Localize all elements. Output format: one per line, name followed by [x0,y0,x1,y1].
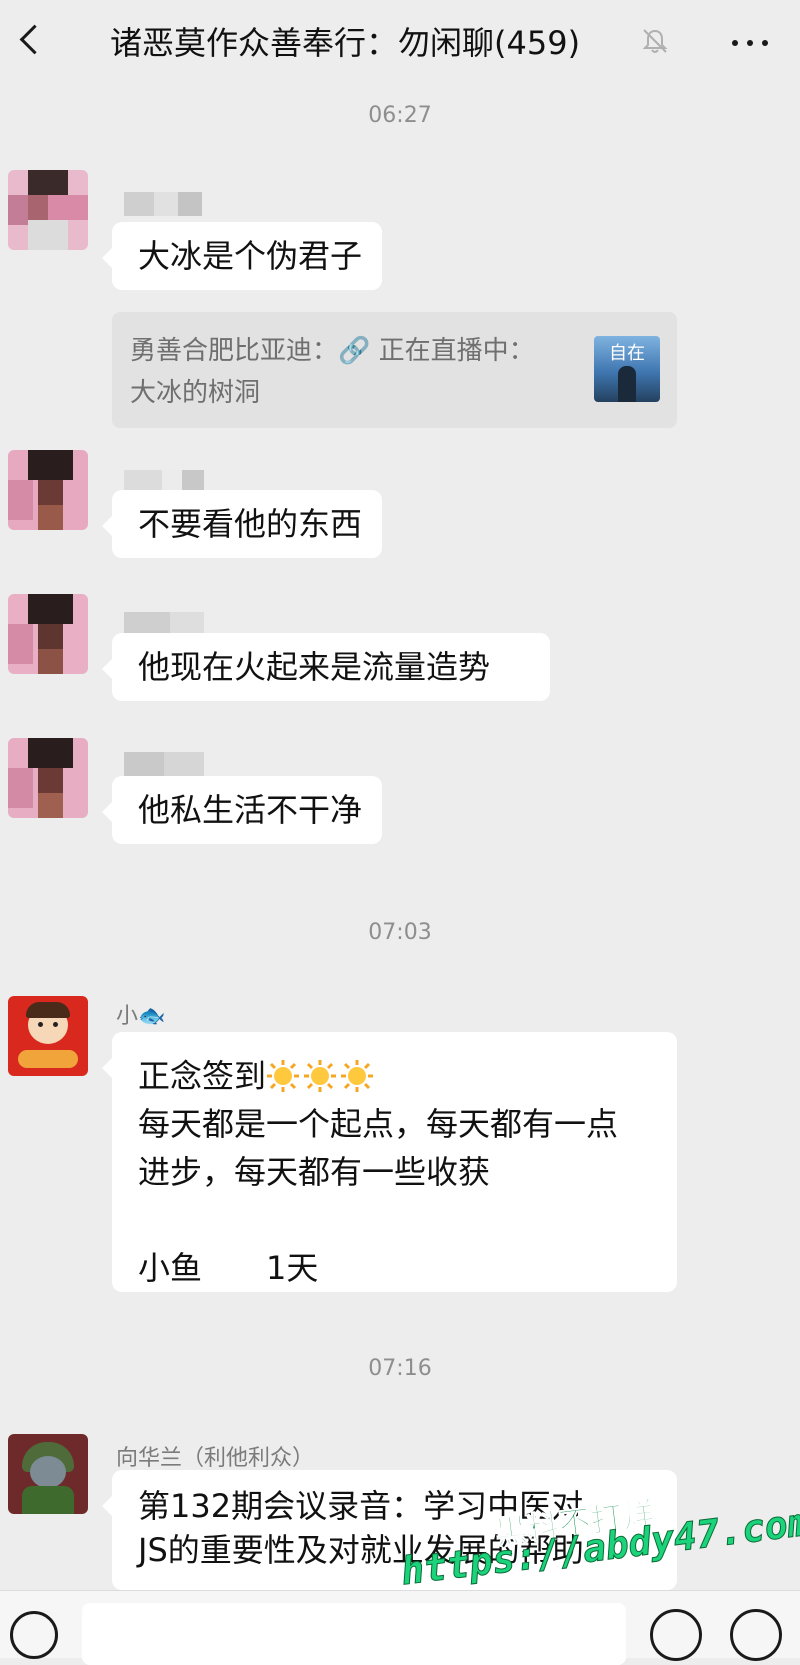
message-bubble[interactable]: 不要看他的东西 [102,490,382,558]
avatar[interactable] [8,1434,88,1514]
chat-title: 诸恶莫作众善奉行：勿闲聊(459) [110,24,581,62]
live-thumbnail: 自在 [594,336,660,402]
message-text: 大冰是个伪君子 [138,237,363,275]
avatar[interactable] [8,738,88,818]
message-line: 进步，每天都有一些收获 [138,1153,491,1191]
message-line: 正念签到 [138,1052,651,1100]
sender-name [124,192,202,216]
timestamp: 06:27 [368,103,432,128]
sun-icon [341,1060,374,1092]
quote-line: 大冰的树洞 [130,378,261,408]
sender-name [124,752,204,776]
avatar[interactable] [8,594,88,674]
back-icon[interactable] [10,18,54,62]
quoted-message[interactable]: 勇善合肥比亚迪：🔗 正在直播中： 大冰的树洞 自在 [112,312,677,428]
message-line: 每天都是一个起点，每天都有一点 [138,1105,619,1143]
timestamp: 07:16 [368,1356,432,1381]
message-bubble[interactable]: 他私生活不干净 [102,776,382,844]
message-line: JS的重要性及对就业发展的帮助 [138,1531,584,1569]
message-bubble[interactable]: 正念签到 每天都是一个起点，每天都有一点 进步，每天都有一些收获 小鱼 1天 [102,1032,677,1292]
sun-icon [267,1060,300,1092]
more-button[interactable] [722,20,778,64]
sender-name: 小🐟 [116,1004,166,1029]
avatar[interactable] [8,450,88,530]
message-bubble[interactable]: 大冰是个伪君子 [102,222,382,290]
plus-icon[interactable] [730,1609,782,1661]
message-text: 不要看他的东西 [138,505,363,543]
input-bar [0,1590,800,1665]
message-line: 小鱼 1天 [138,1249,319,1287]
message-bubble[interactable]: 他现在火起来是流量造势 [102,633,550,701]
avatar[interactable] [8,996,88,1076]
emoji-icon[interactable] [650,1609,702,1661]
message-line: 第132期会议录音：学习中医对 [138,1487,584,1525]
sun-icon [304,1060,337,1092]
timestamp: 07:03 [368,920,432,945]
voice-icon[interactable] [10,1611,58,1659]
bell-off-icon [642,29,668,53]
chat-header: 诸恶莫作众善奉行：勿闲聊(459) [0,0,800,88]
avatar[interactable] [8,170,88,250]
thumbnail-text: 自在 [609,343,645,364]
message-bubble[interactable]: 第132期会议录音：学习中医对 JS的重要性及对就业发展的帮助 [102,1470,677,1590]
sender-name: 向华兰（利他利众） [116,1446,315,1471]
message-text: 他现在火起来是流量造势 [138,648,491,686]
quote-line: 勇善合肥比亚迪：🔗 正在直播中： [130,336,535,366]
message-text: 他私生活不干净 [138,791,363,829]
message-input[interactable] [82,1603,626,1665]
